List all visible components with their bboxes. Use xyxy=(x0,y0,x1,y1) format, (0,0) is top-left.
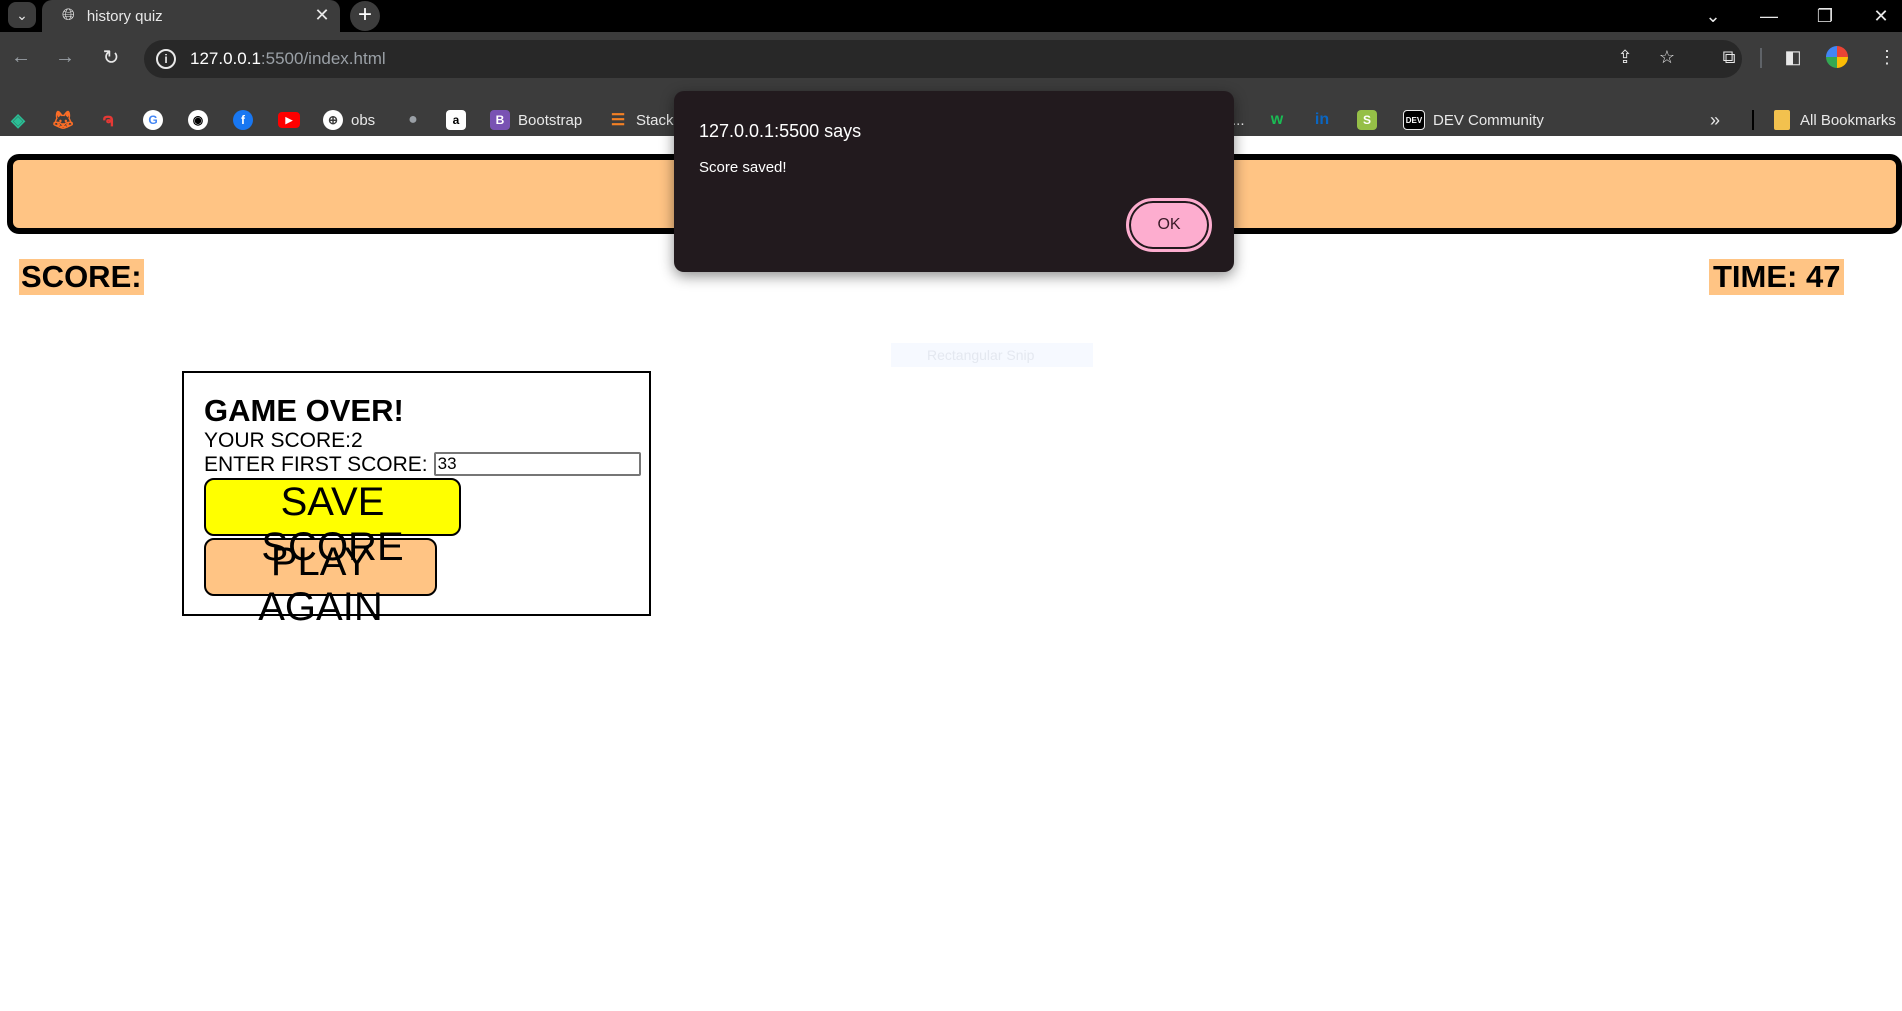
bookmark-1[interactable]: ◈ xyxy=(8,108,28,132)
bookmark-label: obs xyxy=(351,111,376,129)
url-path: :5500/index.html xyxy=(260,49,386,68)
bookmark-amazon[interactable]: a xyxy=(446,108,466,132)
bookmark-3[interactable]: ຈ xyxy=(98,108,118,132)
shopify-icon: S xyxy=(1357,110,1377,130)
forward-icon[interactable]: → xyxy=(50,42,80,72)
bootstrap-icon: B xyxy=(490,110,510,130)
codepen-like-icon: ◈ xyxy=(11,109,25,130)
initials-row: ENTER FIRST SCORE: xyxy=(204,452,649,476)
toolbar-divider xyxy=(1760,48,1762,68)
tab-history-quiz[interactable]: 🌐︎ history quiz xyxy=(42,0,340,32)
bookmark-apple[interactable]: ● xyxy=(403,108,423,132)
youtube-icon: ▶ xyxy=(278,112,300,128)
share-icon[interactable]: ⇪ xyxy=(1610,42,1640,72)
your-score-text: YOUR SCORE:2 xyxy=(204,429,363,452)
bookmark-label: Bootstrap xyxy=(518,111,583,129)
bookmark-github[interactable]: ◉ xyxy=(188,108,208,132)
alert-dialog: 127.0.0.1:5500 says Score saved! OK xyxy=(674,91,1234,272)
bookmark-w[interactable]: w xyxy=(1267,108,1287,132)
tab-title: history quiz xyxy=(86,7,163,25)
amazon-icon: a xyxy=(446,110,466,130)
alert-title: 127.0.0.1:5500 says xyxy=(699,121,862,141)
globe-icon: ⊕ xyxy=(323,110,343,130)
back-icon[interactable]: ← xyxy=(6,42,36,72)
bookmark-bootstrap[interactable]: B Bootstrap xyxy=(490,108,582,132)
tab-list-chevron-icon[interactable]: ⌄ xyxy=(1690,0,1736,32)
score-label: SCORE: xyxy=(19,259,144,295)
folder-icon xyxy=(1774,110,1790,130)
address-bar[interactable]: i 127.0.0.1:5500/index.html xyxy=(144,40,1742,78)
snip-tool-ghost: Rectangular Snip xyxy=(891,343,1093,367)
bookmark-google[interactable]: G xyxy=(143,108,163,132)
gitlab-icon: 🦊︎ xyxy=(51,109,75,130)
reload-icon[interactable]: ↻ xyxy=(96,42,126,72)
bookmark-youtube[interactable]: ▶ xyxy=(278,108,300,132)
bookmark-label: Stack xyxy=(636,111,674,129)
site-info-icon[interactable]: i xyxy=(156,49,176,69)
bookmark-stack[interactable]: ☰ Stack xyxy=(608,108,674,132)
apple-icon: ● xyxy=(408,111,418,128)
bookmark-shopify[interactable]: S xyxy=(1357,108,1377,132)
bookmarks-divider xyxy=(1752,110,1754,130)
side-panel-icon[interactable]: ◧ xyxy=(1778,42,1808,72)
profile-avatar[interactable] xyxy=(1822,42,1852,72)
save-score-button[interactable]: SAVE SCORE xyxy=(204,478,461,569)
new-tab-button[interactable]: + xyxy=(350,1,380,31)
bookmark-facebook[interactable]: f xyxy=(233,108,253,132)
extensions-icon[interactable]: ⧉ xyxy=(1714,42,1744,72)
bookmark-linkedin[interactable]: in xyxy=(1312,108,1332,132)
stackoverflow-icon: ☰ xyxy=(610,112,626,129)
bookmark-dev[interactable]: DEV DEV Community xyxy=(1403,108,1544,132)
close-window-icon[interactable]: ✕ xyxy=(1858,0,1902,32)
swirl-icon: ຈ xyxy=(102,109,114,130)
dev-icon: DEV xyxy=(1403,110,1425,130)
facebook-icon: f xyxy=(233,110,253,130)
bookmark-label: DEV Community xyxy=(1433,111,1544,129)
menu-kebab-icon[interactable]: ⋮ xyxy=(1872,42,1902,72)
github-icon: ◉ xyxy=(188,110,208,130)
star-icon[interactable]: ☆ xyxy=(1652,42,1682,72)
tab-search-button[interactable]: ⌄ xyxy=(8,2,36,28)
alert-ok-button[interactable]: OK xyxy=(1126,198,1212,252)
linkedin-icon: in xyxy=(1312,110,1332,130)
all-bookmarks-label: All Bookmarks xyxy=(1800,111,1896,129)
bookmarks-overflow[interactable]: » xyxy=(1710,108,1720,132)
bookmark-gitlab[interactable]: 🦊︎ xyxy=(51,108,75,132)
w-icon: w xyxy=(1270,111,1284,128)
initials-input[interactable] xyxy=(433,452,641,476)
bookmark-obs[interactable]: ⊕ obs xyxy=(323,108,375,132)
enter-score-label: ENTER FIRST SCORE: xyxy=(204,452,428,476)
globe-icon: 🌐︎ xyxy=(62,7,75,24)
game-over-panel: GAME OVER! YOUR SCORE:2 ENTER FIRST SCOR… xyxy=(182,371,651,629)
tab-close-icon[interactable]: ✕ xyxy=(312,5,332,25)
url-host: 127.0.0.1 xyxy=(190,49,261,68)
minimize-icon[interactable]: — xyxy=(1746,0,1792,32)
tab-strip: ⌄ 🌐︎ history quiz ✕ + ⌄ — ❐ ✕ xyxy=(0,0,1902,32)
all-bookmarks[interactable]: All Bookmarks xyxy=(1774,108,1896,132)
alert-message: Score saved! xyxy=(699,159,787,176)
restore-icon[interactable]: ❐ xyxy=(1802,0,1848,32)
google-icon: G xyxy=(143,110,163,130)
game-over-title: GAME OVER! xyxy=(204,393,404,428)
time-label: TIME: 47 xyxy=(1709,259,1845,295)
chevron-down-icon: ⌄ xyxy=(16,6,28,23)
